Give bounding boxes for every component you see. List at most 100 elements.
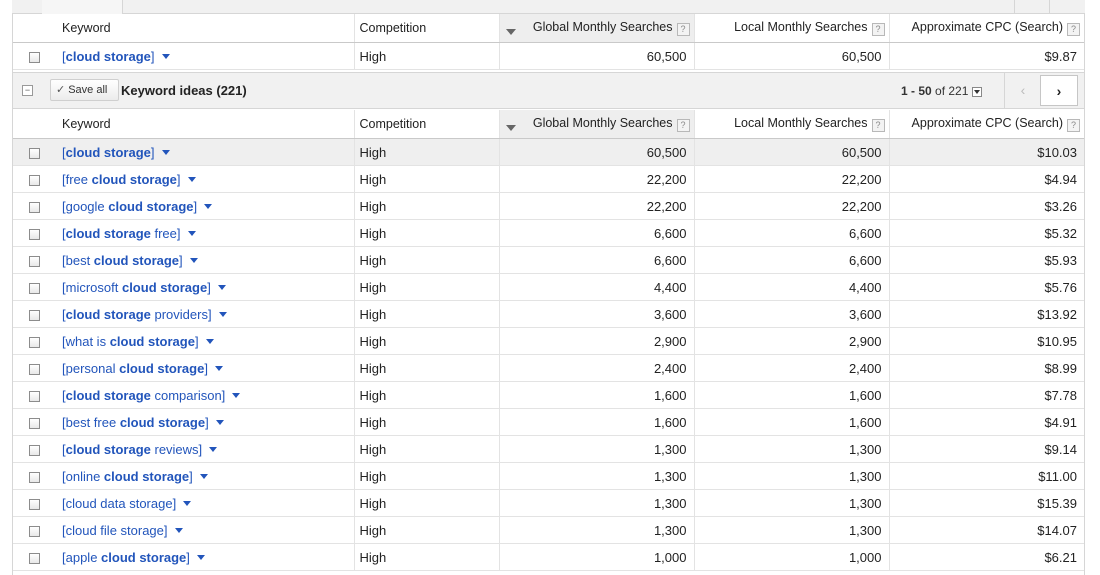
help-icon[interactable]: ? (1067, 23, 1080, 36)
caret-down-icon[interactable] (161, 53, 170, 59)
help-icon[interactable]: ? (1067, 119, 1080, 132)
keyword-link[interactable]: [google cloud storage] (62, 199, 197, 214)
row-checkbox[interactable] (28, 363, 40, 375)
column-header-global-searches[interactable]: Global Monthly Searches? (498, 110, 694, 139)
caret-down-icon[interactable] (189, 257, 198, 263)
toolbar-tab[interactable] (42, 0, 123, 14)
local-searches-cell: 1,600 (693, 381, 889, 409)
keyword-cell: [cloud storage reviews] (55, 435, 354, 463)
keyword-link[interactable]: [cloud storage providers] (62, 307, 212, 322)
column-header-competition[interactable]: Competition (353, 110, 499, 139)
global-searches-cell: 1,600 (498, 381, 694, 409)
keyword-link[interactable]: [cloud storage] (62, 49, 155, 64)
keyword-suffix: ] (189, 468, 193, 484)
row-checkbox[interactable] (28, 498, 40, 510)
page-size-dropdown-icon[interactable] (972, 87, 983, 97)
help-icon[interactable]: ? (676, 23, 690, 36)
column-header-keyword[interactable]: Keyword (55, 14, 354, 43)
column-header-local-searches[interactable]: Local Monthly Searches? (693, 110, 889, 139)
caret-down-icon[interactable] (218, 311, 227, 317)
keyword-link[interactable]: [cloud storage] (62, 145, 155, 160)
caret-down-icon[interactable] (204, 203, 213, 209)
column-header-cpc-label: Approximate CPC (Search) (911, 116, 1063, 130)
row-checkbox[interactable] (28, 147, 40, 159)
keyword-link[interactable]: [cloud file storage] (62, 523, 168, 538)
row-select-cell (13, 462, 55, 490)
caret-down-icon[interactable] (232, 392, 241, 398)
column-header-cpc[interactable]: Approximate CPC (Search)? (888, 14, 1084, 43)
keyword-link[interactable]: [cloud storage reviews] (62, 442, 202, 457)
row-checkbox[interactable] (28, 444, 40, 456)
collapse-toggle-icon[interactable]: − (22, 85, 33, 96)
global-searches-cell: 60,500 (498, 138, 694, 166)
caret-down-icon[interactable] (205, 338, 214, 344)
row-checkbox[interactable] (28, 228, 40, 240)
column-header-local-searches[interactable]: Local Monthly Searches? (693, 14, 889, 43)
sort-desc-icon (505, 29, 516, 35)
row-checkbox[interactable] (28, 282, 40, 294)
caret-down-icon[interactable] (196, 554, 205, 560)
help-icon[interactable]: ? (871, 119, 885, 132)
column-header-keyword[interactable]: Keyword (55, 110, 354, 139)
caret-down-icon[interactable] (161, 149, 170, 155)
table-row: [cloud file storage] High 1,300 1,300 $1… (13, 516, 1084, 544)
column-header-cpc[interactable]: Approximate CPC (Search)? (888, 110, 1084, 139)
caret-down-icon[interactable] (215, 419, 224, 425)
keyword-link[interactable]: [best free cloud storage] (62, 415, 209, 430)
table-row: [cloud storage reviews] High 1,300 1,300… (13, 435, 1084, 463)
keyword-link[interactable]: [microsoft cloud storage] (62, 280, 211, 295)
caret-down-icon[interactable] (183, 500, 192, 506)
local-searches-cell: 22,200 (693, 165, 889, 193)
keyword-link[interactable]: [apple cloud storage] (62, 550, 190, 565)
keyword-ideas-header-row: Keyword Competition Global Monthly Searc… (13, 110, 1084, 139)
row-checkbox[interactable] (28, 390, 40, 402)
table-row: [best cloud storage] High 6,600 6,600 $5… (13, 246, 1084, 274)
keyword-bold: cloud storage (91, 171, 177, 187)
keyword-link[interactable]: [cloud data storage] (62, 496, 176, 511)
row-checkbox[interactable] (28, 471, 40, 483)
previous-page-button[interactable]: ‹ (1004, 73, 1041, 108)
keyword-bold: cloud storage (65, 225, 151, 241)
row-checkbox[interactable] (28, 255, 40, 267)
row-checkbox[interactable] (28, 336, 40, 348)
row-checkbox[interactable] (28, 417, 40, 429)
keyword-suffix: ] (194, 333, 199, 349)
column-header-competition[interactable]: Competition (353, 14, 499, 43)
row-checkbox[interactable] (28, 174, 40, 186)
toolbar-control[interactable] (1014, 0, 1085, 14)
local-searches-cell: 22,200 (693, 192, 889, 220)
pager-info: 1 - 50 of 221 (901, 84, 983, 98)
row-checkbox[interactable] (28, 552, 40, 564)
caret-down-icon[interactable] (217, 284, 226, 290)
row-checkbox[interactable] (28, 525, 40, 537)
column-header-global-label: Global Monthly Searches (532, 116, 673, 130)
keyword-link[interactable]: [free cloud storage] (62, 172, 181, 187)
keyword-link[interactable]: [what is cloud storage] (62, 334, 199, 349)
global-searches-cell: 1,300 (498, 462, 694, 490)
caret-down-icon[interactable] (187, 176, 196, 182)
keyword-link[interactable]: [cloud storage comparison] (62, 388, 225, 403)
help-icon[interactable]: ? (871, 23, 885, 36)
keyword-link[interactable]: [cloud storage free] (62, 226, 181, 241)
row-select-cell (13, 489, 55, 517)
keyword-link[interactable]: [online cloud storage] (62, 469, 193, 484)
keyword-link[interactable]: [personal cloud storage] (62, 361, 208, 376)
caret-down-icon[interactable] (199, 473, 208, 479)
row-checkbox[interactable] (28, 309, 40, 321)
row-checkbox[interactable] (28, 51, 40, 63)
keyword-cell: [google cloud storage] (55, 192, 354, 220)
keyword-link[interactable]: [best cloud storage] (62, 253, 183, 268)
caret-down-icon[interactable] (214, 365, 223, 371)
global-searches-cell: 2,400 (498, 354, 694, 382)
caret-down-icon[interactable] (209, 446, 218, 452)
row-select-cell (13, 246, 55, 274)
competition-cell: High (353, 327, 499, 355)
next-page-button[interactable]: › (1040, 75, 1078, 106)
caret-down-icon[interactable] (174, 527, 183, 533)
caret-down-icon[interactable] (187, 230, 196, 236)
row-select-cell (13, 192, 55, 220)
row-checkbox[interactable] (28, 201, 40, 213)
help-icon[interactable]: ? (676, 119, 690, 132)
column-header-global-searches[interactable]: Global Monthly Searches? (498, 14, 694, 43)
save-all-button[interactable]: ✓ Save all (50, 79, 119, 101)
